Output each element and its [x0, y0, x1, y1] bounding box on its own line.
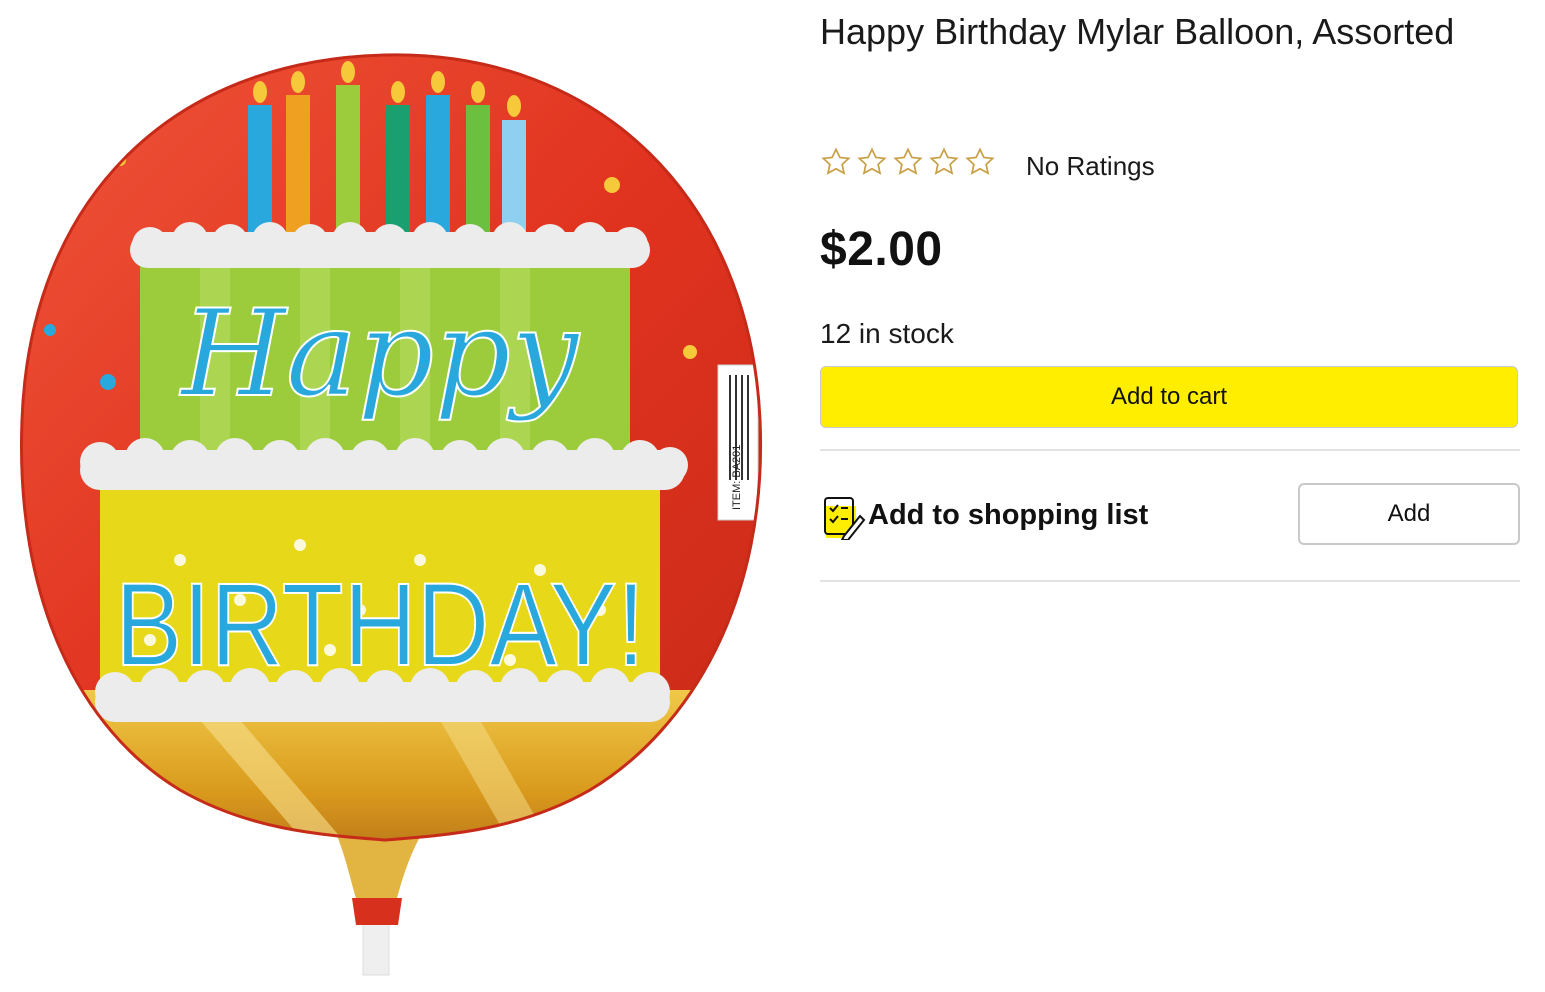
product-price: $2.00: [820, 223, 943, 276]
checklist-icon: [824, 497, 866, 540]
balloon-birthday-text: BIRTHDAY!: [115, 559, 645, 691]
star-icon: [965, 147, 995, 175]
rating-text: No Ratings: [1026, 150, 1155, 181]
balloon-image: Happy BIRTHDAY! ITEM: BA201: [19, 53, 763, 976]
rating-row[interactable]: No Ratings: [820, 142, 1155, 182]
divider: [820, 449, 1520, 451]
product-title: Happy Birthday Mylar Balloon, Assorted: [820, 11, 1455, 52]
star-icon: [929, 147, 959, 175]
sticker-item-text: ITEM: BA201: [731, 445, 743, 510]
star-icon: [857, 147, 887, 175]
add-to-cart-button[interactable]: Add to cart: [820, 366, 1518, 428]
product-image[interactable]: Happy BIRTHDAY! ITEM: BA201: [0, 0, 790, 992]
balloon-happy-text: Happy: [179, 285, 581, 424]
shopping-list-label[interactable]: Add to shopping list: [868, 499, 1148, 532]
star-icon: [893, 147, 923, 175]
shopping-list-row: Add to shopping list Add: [820, 482, 1520, 548]
add-to-list-button[interactable]: Add: [1298, 483, 1520, 545]
stock-status: 12 in stock: [820, 318, 954, 349]
star-icon: [821, 147, 851, 175]
rating-stars: [820, 145, 996, 179]
divider: [820, 580, 1520, 582]
